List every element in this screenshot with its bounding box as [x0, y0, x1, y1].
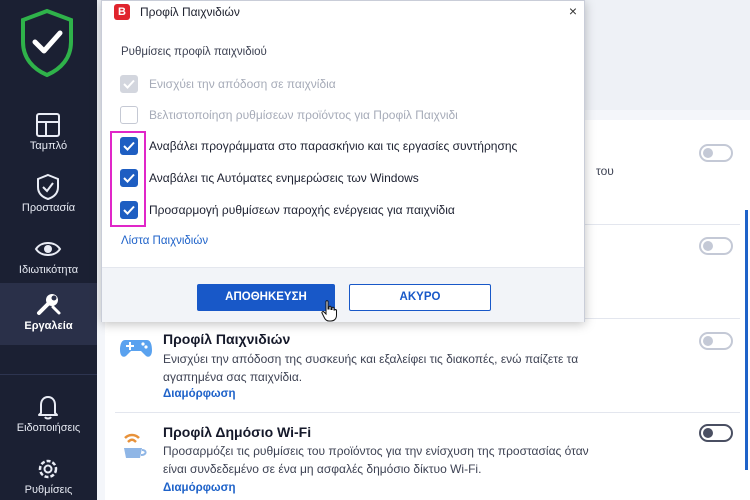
shield-logo-icon [21, 8, 73, 78]
sidebar-item-label: Ιδιωτικότητα [18, 264, 79, 276]
bell-icon [38, 396, 58, 420]
sidebar: Ταμπλό Προστασία Ιδιωτικότητα Εργαλεία Ε… [0, 0, 97, 500]
sidebar-item-notifications[interactable]: Ειδοποιήσεις [0, 385, 97, 447]
option-label: Αναβάλει προγράμματα στο παρασκήνιο και … [149, 139, 518, 153]
sidebar-item-label: Ρυθμίσεις [24, 484, 73, 496]
option-power-settings[interactable]: Προσαρμογή ρυθμίσεων παροχής ενέργειας γ… [120, 200, 580, 220]
feature-toggle[interactable] [699, 237, 733, 255]
feature-title: Προφίλ Παιχνιδιών [163, 331, 291, 347]
option-boost-performance: Ενισχύει την απόδοση σε παιχνίδια [120, 74, 580, 94]
section-label: Ρυθμίσεις προφίλ παιχνιδιού [121, 46, 267, 58]
feature-title: Προφίλ Δημόσιο Wi-Fi [163, 424, 312, 440]
option-label: Αναβάλει τις Αυτόματες ενημερώσεις των W… [149, 171, 419, 185]
feature-description-line: είναι συνδεδεμένο σε ένα μη ασφαλές δημό… [163, 462, 482, 476]
app-badge-icon: B [114, 4, 130, 20]
feature-description-line: αγαπημένα σας παιχνίδια. [163, 370, 303, 384]
sidebar-item-tools[interactable]: Εργαλεία [0, 283, 97, 345]
dialog-title: Προφίλ Παιχνιδιών [140, 5, 240, 19]
option-label: Βελτιστοποίηση ρυθμίσεων προϊόντος για Π… [149, 108, 458, 122]
annotation-highlight [110, 131, 146, 227]
shield-check-icon [37, 173, 59, 201]
option-defer-windows-updates[interactable]: Αναβάλει τις Αυτόματες ενημερώσεις των W… [120, 168, 580, 188]
checkmark-icon [123, 79, 135, 89]
cutoff-description-text: του [596, 164, 614, 178]
coffee-wifi-icon [124, 433, 147, 458]
card-separator [115, 412, 740, 413]
configure-link[interactable]: Διαμόρφωση [163, 482, 236, 494]
checkbox [120, 106, 138, 124]
sidebar-divider [0, 374, 97, 375]
close-button[interactable]: × [564, 2, 582, 20]
sidebar-item-label: Ταμπλό [29, 140, 68, 152]
dashboard-icon [36, 113, 60, 137]
dialog-titlebar: B Προφίλ Παιχνιδιών × [102, 1, 584, 23]
sidebar-item-protection[interactable]: Προστασία [0, 165, 97, 227]
sidebar-item-label: Εργαλεία [24, 320, 73, 332]
option-label: Προσαρμογή ρυθμίσεων παροχής ενέργειας γ… [149, 203, 455, 217]
gaming-profile-toggle[interactable] [699, 332, 733, 350]
option-defer-background[interactable]: Αναβάλει προγράμματα στο παρασκήνιο και … [120, 136, 580, 156]
feature-description: Προσαρμόζει τις ρυθμίσεις του προϊόντος … [163, 442, 623, 478]
scrollbar[interactable] [745, 210, 748, 470]
save-button[interactable]: ΑΠΟΘΗΚΕΥΣΗ [197, 284, 335, 311]
tools-icon [37, 294, 61, 315]
configure-link[interactable]: Διαμόρφωση [163, 388, 236, 400]
option-label: Ενισχύει την απόδοση σε παιχνίδια [149, 77, 336, 91]
gaming-profile-dialog: B Προφίλ Παιχνιδιών × Ρυθμίσεις προφίλ π… [101, 0, 585, 322]
sidebar-item-settings[interactable]: Ρυθμίσεις [0, 447, 97, 500]
checkbox [120, 75, 138, 93]
sidebar-item-label: Προστασία [21, 202, 76, 214]
dialog-footer: ΑΠΟΘΗΚΕΥΣΗ ΑΚΥΡΟ [102, 267, 584, 322]
games-list-link[interactable]: Λίστα Παιχνιδιών [121, 235, 208, 247]
sidebar-item-dashboard[interactable]: Ταμπλό [0, 103, 97, 165]
sidebar-item-privacy[interactable]: Ιδιωτικότητα [0, 227, 97, 289]
gear-icon [38, 459, 58, 479]
hand-cursor-icon [321, 300, 337, 322]
feature-description: Ενισχύει την απόδοση της συσκευής και εξ… [163, 350, 623, 386]
feature-description-line: Προσαρμόζει τις ρυθμίσεις του προϊόντος … [163, 444, 589, 458]
feature-toggle[interactable] [699, 144, 733, 162]
cancel-button[interactable]: ΑΚΥΡΟ [349, 284, 491, 311]
public-wifi-toggle[interactable] [699, 424, 733, 442]
feature-description-line: Ενισχύει την απόδοση της συσκευής και εξ… [163, 352, 579, 366]
gamepad-icon [120, 340, 152, 357]
eye-icon [34, 242, 62, 256]
option-optimize-settings: Βελτιστοποίηση ρυθμίσεων προϊόντος για Π… [120, 105, 580, 125]
sidebar-item-label: Ειδοποιήσεις [16, 422, 81, 434]
